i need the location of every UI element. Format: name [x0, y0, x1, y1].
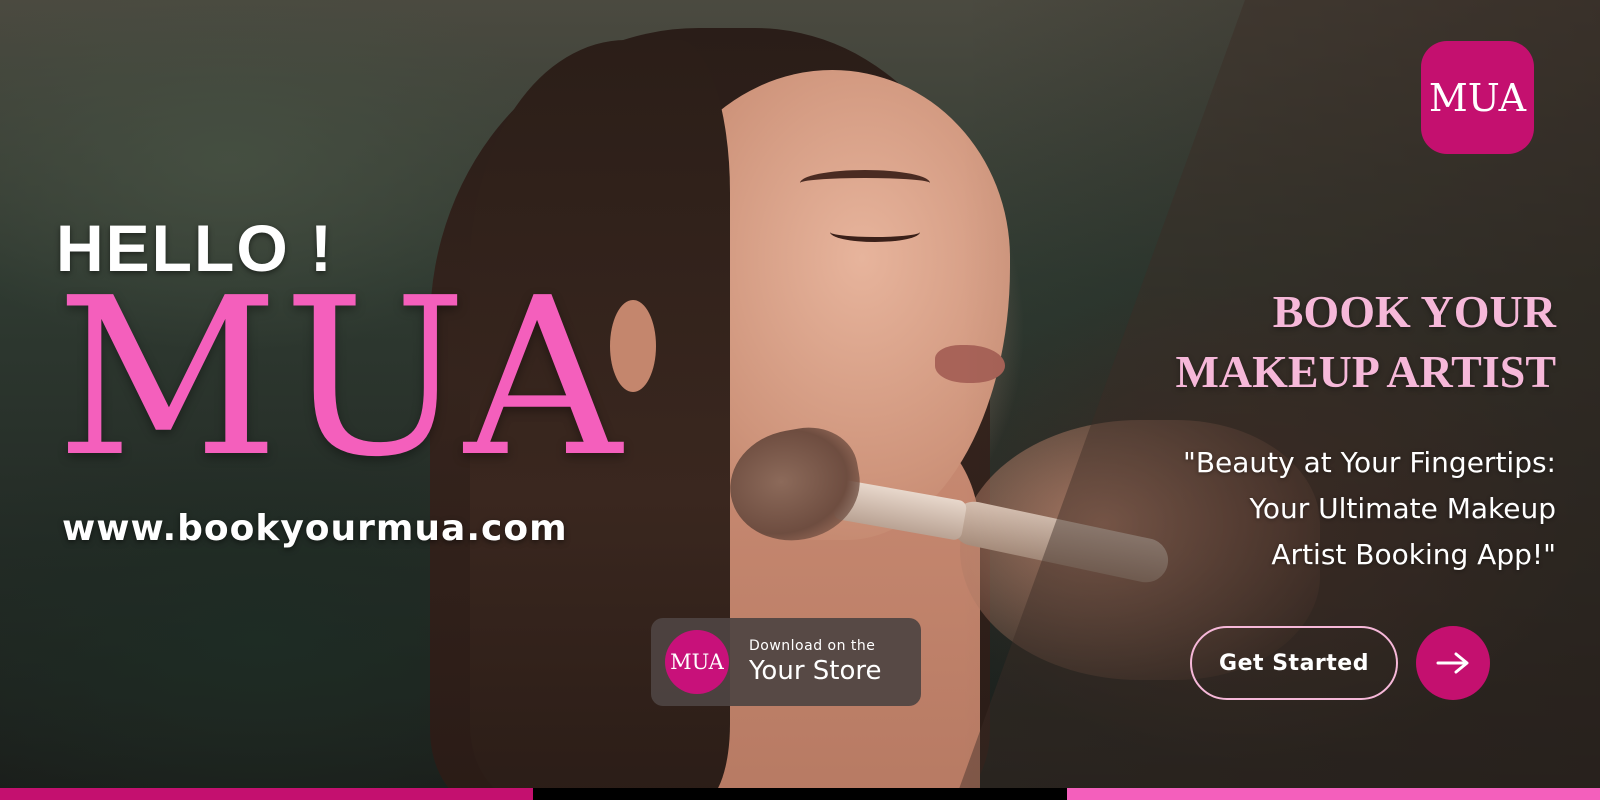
tagline-line-3: Artist Booking App!": [1271, 538, 1556, 571]
store-badge-text: Download on the Your Store: [749, 638, 882, 686]
strip-segment-black: [533, 788, 1067, 800]
tagline-line-2: Your Ultimate Makeup: [1249, 492, 1556, 525]
strip-segment-pink: [1066, 788, 1600, 800]
get-started-button[interactable]: Get Started: [1190, 626, 1398, 700]
store-badge-small-text: Download on the: [749, 638, 876, 654]
next-arrow-button[interactable]: [1416, 626, 1490, 700]
headline: BOOK YOUR MAKEUP ARTIST: [1175, 282, 1556, 402]
strip-segment-magenta: [0, 788, 534, 800]
store-badge-store-name: Your Store: [749, 656, 882, 686]
website-link[interactable]: www.bookyourmua.com: [62, 508, 568, 549]
brand-name-large: MUA: [56, 252, 626, 505]
brand-logo-tile: MUA: [1421, 41, 1534, 154]
bottom-color-strip: [0, 788, 1600, 800]
promo-banner: HELLO ! MUA www.bookyourmua.com MUA Down…: [0, 0, 1600, 800]
arrow-right-icon: [1436, 652, 1469, 674]
download-store-badge[interactable]: MUA Download on the Your Store: [651, 618, 921, 706]
tagline: "Beauty at Your Fingertips: Your Ultimat…: [1096, 440, 1556, 578]
headline-line-2: MAKEUP ARTIST: [1175, 346, 1556, 397]
mua-logo-icon: MUA: [665, 630, 729, 694]
tagline-line-1: "Beauty at Your Fingertips:: [1182, 446, 1556, 479]
headline-line-1: BOOK YOUR: [1272, 286, 1556, 337]
